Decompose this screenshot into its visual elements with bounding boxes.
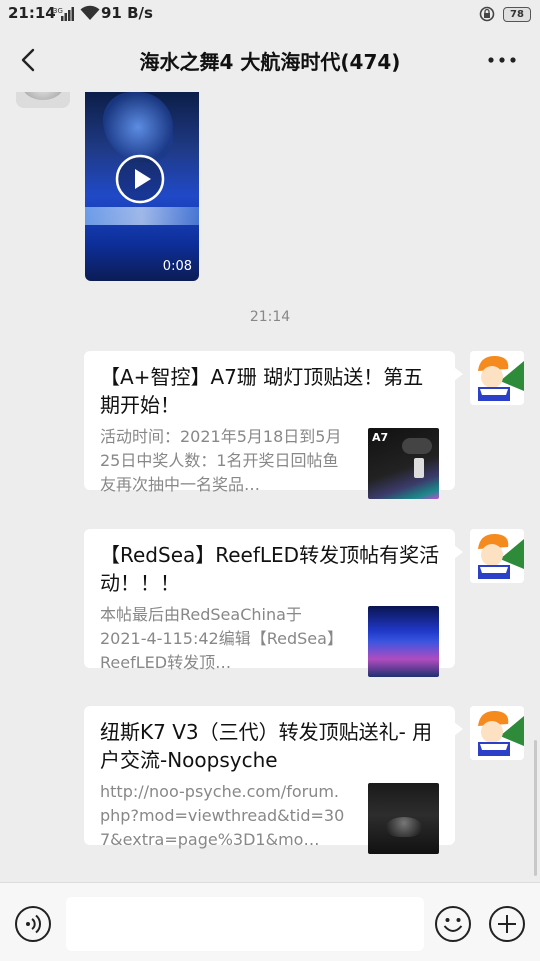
network-type-label: 3G bbox=[53, 7, 63, 15]
card-thumbnail bbox=[368, 783, 439, 854]
avatar-cartoon bbox=[470, 706, 524, 760]
more-icon[interactable] bbox=[484, 48, 520, 72]
video-thumbnail-detail bbox=[85, 207, 199, 225]
network-speed: 91 B/s bbox=[101, 4, 153, 22]
link-card[interactable]: 【A+智控】A7珊 瑚灯顶贴送！第五期开始！ 活动时间：2021年5月18日到5… bbox=[84, 351, 463, 499]
sender-avatar[interactable] bbox=[16, 92, 70, 108]
thumb-device-shape bbox=[402, 438, 432, 454]
play-icon[interactable] bbox=[115, 154, 165, 204]
link-card[interactable]: 纽斯K7 V3（三代）转发顶贴送礼- 用户交流-Noopsyche http:/… bbox=[84, 706, 463, 854]
card-thumbnail bbox=[368, 606, 439, 677]
status-bar: 21:14 3G 91 B/s 78 bbox=[0, 0, 540, 28]
card-thumbnail: A7 bbox=[368, 428, 439, 499]
message-timestamp: 21:14 bbox=[249, 309, 291, 325]
avatar-image bbox=[22, 92, 64, 100]
video-duration: 0:08 bbox=[162, 259, 192, 274]
video-message[interactable]: 0:08 bbox=[85, 92, 199, 281]
card-description: 活动时间：2021年5月18日到5月25日中奖人数：1名开奖日回帖鱼友再次抽中一… bbox=[100, 427, 342, 494]
wifi-icon bbox=[80, 5, 100, 20]
message-input[interactable] bbox=[66, 897, 424, 951]
my-avatar[interactable] bbox=[470, 351, 524, 405]
card-description: http://noo-psyche.com/forum.php?mod=view… bbox=[100, 782, 345, 849]
chat-title: 海水之舞4 大航海时代(474) bbox=[139, 50, 401, 74]
battery-indicator: 78 bbox=[503, 7, 531, 22]
card-description: 本帖最后由RedSeaChina于2021-4-115:42编辑【RedSea】… bbox=[100, 605, 343, 672]
my-avatar[interactable] bbox=[470, 706, 524, 760]
card-title: 【A+智控】A7珊 瑚灯顶贴送！第五期开始！ bbox=[100, 365, 424, 417]
thumb-label: A7 bbox=[372, 431, 389, 444]
scrollbar[interactable] bbox=[534, 740, 537, 876]
input-bar bbox=[0, 882, 540, 961]
chat-messages[interactable]: 0:08 21:14 【A+智控】A7珊 瑚灯顶贴送！第五期开始！ 活动时间：2… bbox=[0, 92, 540, 882]
status-time: 21:14 bbox=[8, 4, 56, 22]
emoji-icon[interactable] bbox=[434, 905, 472, 943]
link-card[interactable]: 【RedSea】ReefLED转发顶帖有奖活动！！！ 本帖最后由RedSeaCh… bbox=[84, 529, 463, 677]
plus-icon[interactable] bbox=[488, 905, 526, 943]
thumb-phone-shape bbox=[414, 458, 424, 478]
thumb-product-shape bbox=[386, 817, 422, 837]
voice-icon[interactable] bbox=[14, 905, 52, 943]
card-title: 纽斯K7 V3（三代）转发顶贴送礼- 用户交流-Noopsyche bbox=[100, 720, 433, 772]
signal-icon: 3G bbox=[53, 7, 74, 21]
alarm-icon bbox=[479, 6, 495, 22]
chat-header: 海水之舞4 大航海时代(474) bbox=[0, 28, 540, 92]
card-title: 【RedSea】ReefLED转发顶帖有奖活动！！！ bbox=[100, 543, 440, 595]
avatar-cartoon bbox=[470, 529, 524, 583]
video-thumbnail bbox=[103, 92, 173, 162]
my-avatar[interactable] bbox=[470, 529, 524, 583]
avatar-cartoon bbox=[470, 351, 524, 405]
